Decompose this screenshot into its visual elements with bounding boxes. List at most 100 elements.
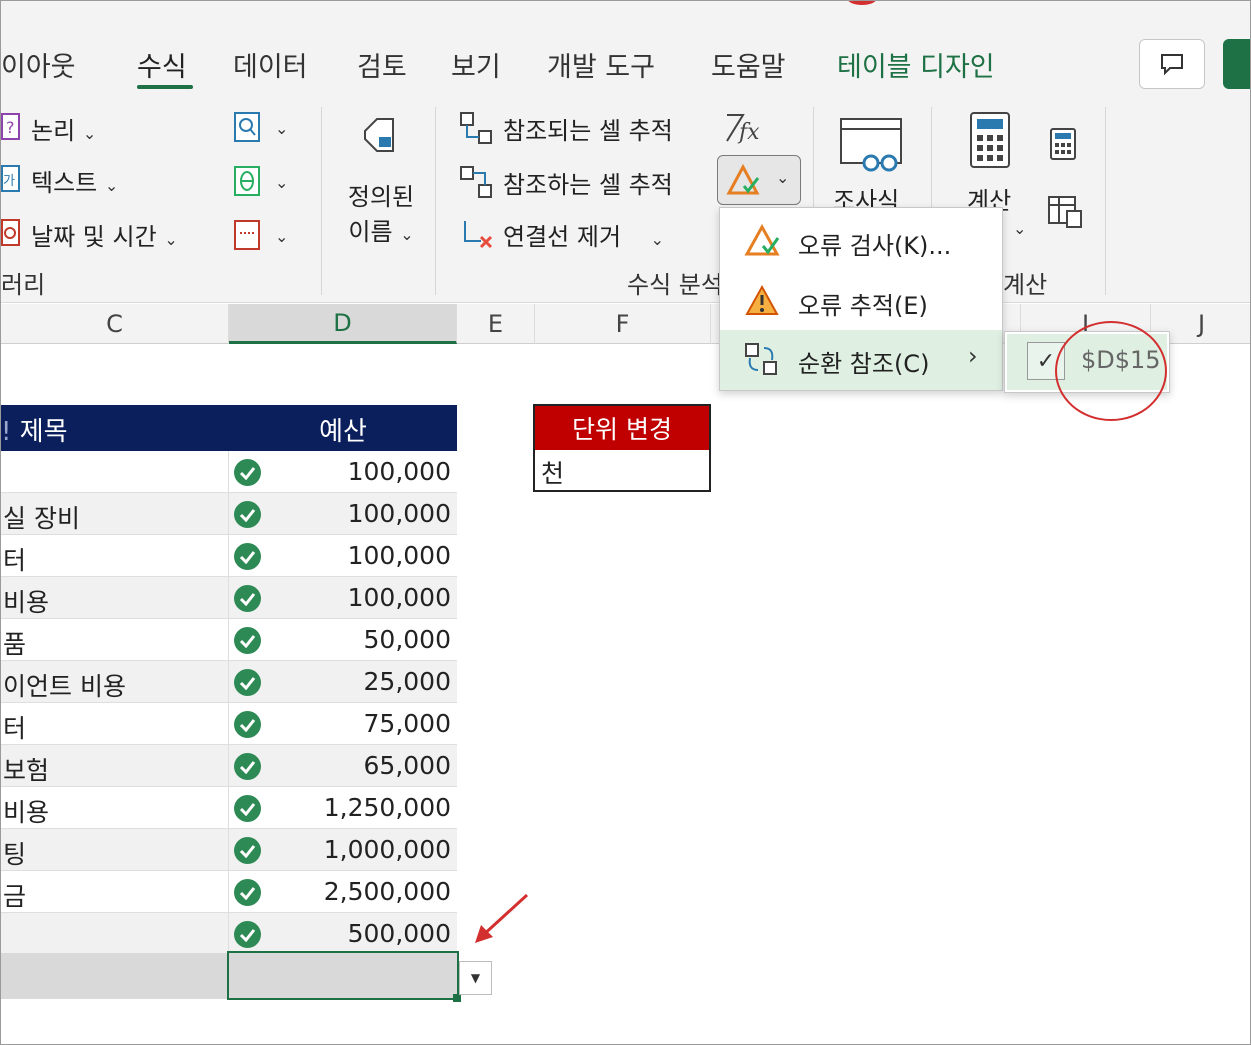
logical-icon: ? — [1, 113, 20, 140]
row-title: 터 — [3, 714, 27, 743]
remove-arrows-icon — [464, 221, 493, 249]
lookup-icon[interactable] — [233, 111, 261, 143]
calculator-icon — [970, 112, 1010, 168]
column-header-f[interactable]: F — [535, 304, 711, 344]
chevron-down-icon: ⌄ — [400, 225, 414, 244]
chevron-down-icon[interactable]: ⌄ — [275, 173, 288, 192]
chevron-down-icon[interactable]: ⌄ — [275, 227, 288, 246]
excel-window: 이아웃 수식 데이터 검토 보기 개발 도구 도움말 테이블 디자인 ? 논리 … — [0, 0, 1251, 1045]
table-row[interactable]: 터 75,000 — [1, 703, 457, 745]
chevron-down-icon[interactable]: ⌄ — [275, 119, 288, 138]
trace-dependents-button[interactable]: 참조하는 셀 추적 — [503, 165, 673, 200]
row-title: 품 — [3, 630, 27, 659]
check-circle-icon — [234, 711, 261, 738]
budget-cell[interactable]: 100,000 — [228, 451, 457, 493]
budget-cell[interactable]: 25,000 — [228, 661, 457, 703]
trace-error-label: 오류 추적(E) — [798, 292, 928, 320]
math-trig-icon[interactable] — [233, 165, 261, 197]
datetime-label: 날짜 및 시간 — [31, 223, 157, 251]
budget-cell[interactable]: 100,000 — [228, 493, 457, 535]
calculate-sheet-icon[interactable] — [1047, 195, 1083, 229]
red-circle-annotation — [1055, 321, 1167, 421]
more-functions-icon[interactable] — [233, 219, 261, 251]
budget-cell[interactable]: 2,500,000 — [228, 871, 457, 913]
column-header-e[interactable]: E — [457, 304, 535, 344]
check-circle-icon — [234, 753, 261, 780]
defined-names-label-2: 이름 — [348, 218, 393, 246]
budget-value: 2,500,000 — [323, 877, 451, 906]
text-icon: 가 — [1, 165, 20, 192]
active-tab-indicator — [137, 85, 193, 89]
unit-change-header[interactable]: 단위 변경 — [535, 406, 709, 450]
unit-change-value[interactable]: 천 — [535, 450, 709, 492]
share-button[interactable] — [1223, 39, 1250, 89]
fill-handle[interactable] — [453, 994, 461, 1002]
budget-cell[interactable]: 1,000,000 — [228, 829, 457, 871]
circular-references-label: 순환 참조(C) — [798, 350, 930, 378]
menu-item-circular-references[interactable]: 순환 참조(C) › — [720, 330, 1002, 390]
cell-dropdown-button[interactable]: ▼ — [459, 961, 492, 995]
table-row[interactable]: 보험 65,000 — [1, 745, 457, 787]
menu-item-error-checking[interactable]: 오류 검사(K)... — [720, 212, 1002, 272]
tab-view[interactable]: 보기 — [451, 45, 501, 84]
tab-developer[interactable]: 개발 도구 — [547, 45, 655, 84]
budget-cell[interactable]: 65,000 — [228, 745, 457, 787]
tab-formulas[interactable]: 수식 — [137, 45, 187, 84]
table-header-budget-cell[interactable]: 예산 — [229, 405, 457, 451]
table-row[interactable]: 실 장비 100,000 — [1, 493, 457, 535]
table-row[interactable]: 비용 100,000 — [1, 577, 457, 619]
budget-cell[interactable]: 500,000 — [228, 913, 457, 955]
column-header-c[interactable]: C — [1, 304, 229, 344]
budget-cell[interactable]: 1,250,000 — [228, 787, 457, 829]
table-row[interactable]: 이언트 비용 25,000 — [1, 661, 457, 703]
error-checking-label: 오류 검사(K)... — [798, 232, 952, 260]
calculation-group-label: 계산 — [1003, 271, 1048, 299]
remove-arrows-button[interactable]: 연결선 제거 ⌄ — [503, 217, 664, 252]
table-row[interactable]: 팅 1,000,000 — [1, 829, 457, 871]
remove-arrows-label: 연결선 제거 — [503, 223, 622, 251]
table-header-title-text: 제목 — [19, 417, 68, 447]
table-header-budget: 예산 — [319, 417, 367, 447]
chevron-down-icon[interactable]: ⌄ — [1013, 219, 1026, 238]
table-row[interactable]: 비용 1,250,000 — [1, 787, 457, 829]
table-row[interactable]: 100,000 — [1, 451, 457, 493]
check-circle-icon — [234, 669, 261, 696]
budget-cell[interactable]: 75,000 — [228, 703, 457, 745]
row-title: 팅 — [3, 840, 27, 869]
table-row[interactable]: 500,000 — [1, 913, 457, 955]
text-button[interactable]: 텍스트 ⌄ — [31, 163, 118, 198]
row-title: 실 장비 — [3, 504, 80, 533]
calculate-now-icon[interactable] — [1049, 127, 1079, 161]
table-row[interactable]: 품 50,000 — [1, 619, 457, 661]
table-row[interactable]: 금 2,500,000 — [1, 871, 457, 913]
table-row[interactable]: 터 100,000 — [1, 535, 457, 577]
tab-page-layout[interactable]: 이아웃 — [1, 45, 76, 84]
column-header-d[interactable]: D — [229, 304, 457, 344]
logical-label: 논리 — [31, 117, 76, 145]
group-separator — [321, 107, 322, 295]
logical-button[interactable]: 논리 ⌄ — [31, 111, 96, 146]
tab-table-design[interactable]: 테이블 디자인 — [837, 45, 995, 84]
table-header-title-cell[interactable]: ! 제목 — [1, 405, 229, 451]
selected-cell-d15[interactable] — [227, 951, 459, 1000]
budget-cell[interactable]: 100,000 — [228, 577, 457, 619]
comments-button[interactable] — [1139, 39, 1205, 89]
error-checking-dropdown-button[interactable]: ⌄ — [717, 155, 801, 205]
check-circle-icon — [234, 921, 261, 948]
error-checking-menu: 오류 검사(K)... 오류 추적(E) 순환 참조(C) › — [719, 207, 1003, 391]
watch-window-icon — [840, 118, 902, 172]
defined-names-button[interactable]: 정의된 이름 ⌄ — [341, 177, 421, 247]
show-formulas-icon[interactable]: fx — [723, 111, 765, 145]
tab-data[interactable]: 데이터 — [233, 45, 308, 84]
error-warning-icon — [726, 164, 760, 195]
trace-precedents-button[interactable]: 참조되는 셀 추적 — [503, 111, 673, 146]
tab-help[interactable]: 도움말 — [711, 45, 786, 84]
budget-cell[interactable]: 100,000 — [228, 535, 457, 577]
budget-cell[interactable]: 50,000 — [228, 619, 457, 661]
error-check-icon — [744, 224, 780, 256]
budget-value: 500,000 — [347, 919, 451, 948]
datetime-button[interactable]: 날짜 및 시간 ⌄ — [31, 217, 178, 252]
menu-item-trace-error[interactable]: 오류 추적(E) — [720, 272, 1002, 332]
tab-review[interactable]: 검토 — [357, 45, 407, 84]
row-title: 터 — [3, 546, 27, 575]
